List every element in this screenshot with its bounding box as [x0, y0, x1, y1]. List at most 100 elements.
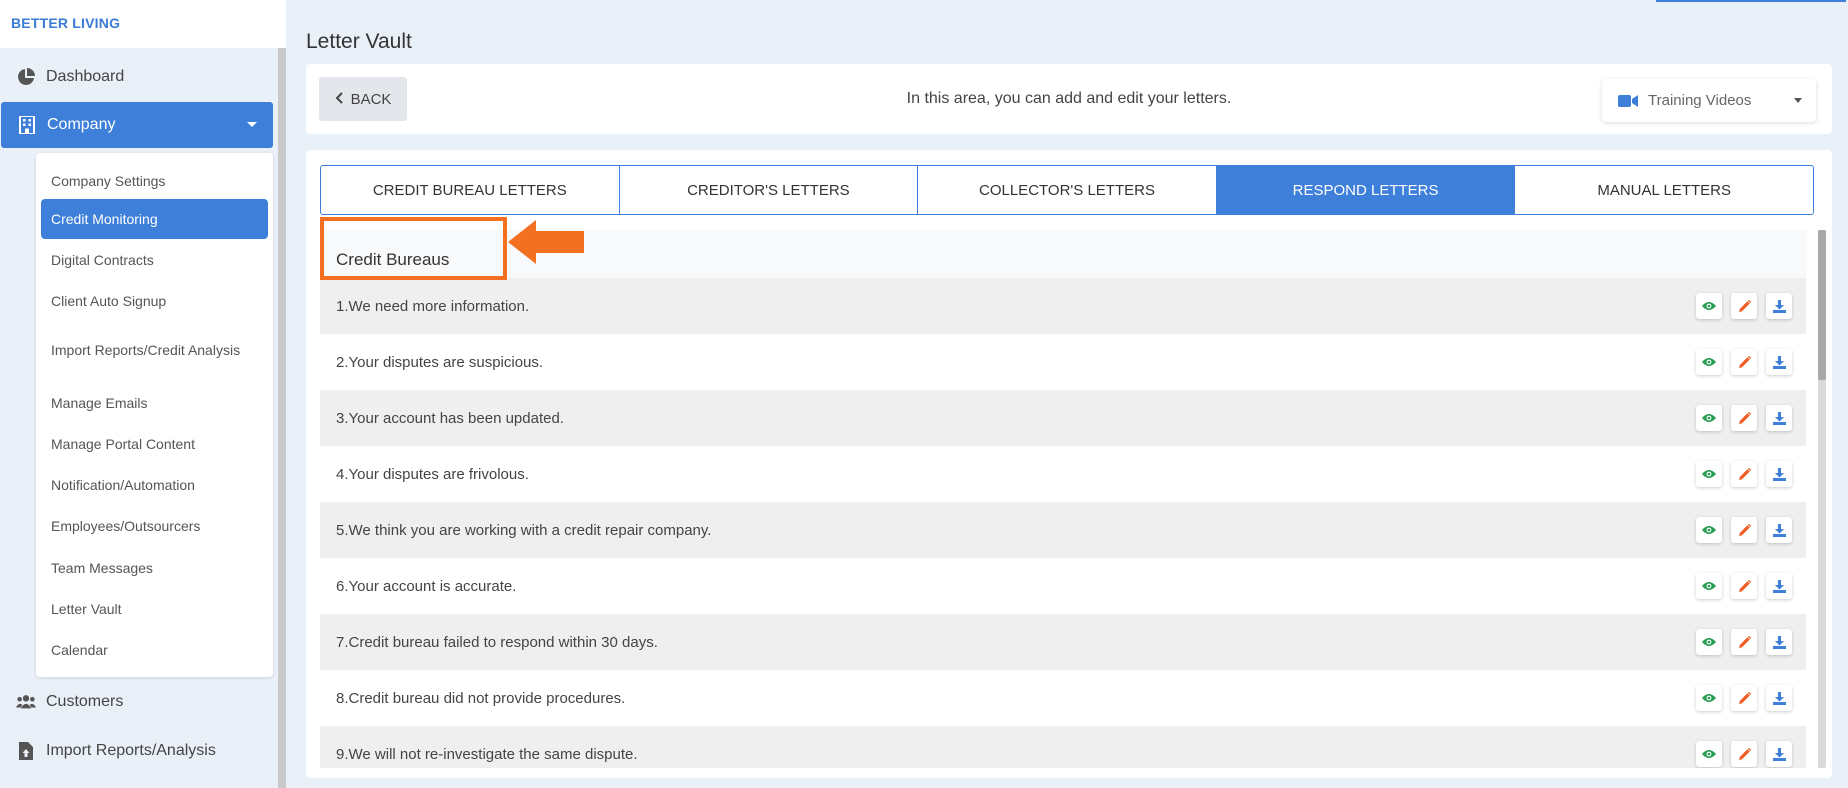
row-actions [1696, 461, 1792, 487]
submenu-item-manage-portal-content[interactable]: Manage Portal Content [41, 424, 268, 464]
letter-row: 8.Credit bureau did not provide procedur… [320, 670, 1806, 726]
sidebar-item-dashboard[interactable]: Dashboard [0, 54, 274, 100]
tab-manual-letters[interactable]: MANUAL LETTERS [1515, 166, 1813, 214]
pencil-icon [1738, 299, 1751, 313]
edit-button[interactable] [1731, 741, 1757, 767]
download-icon [1772, 691, 1786, 705]
letter-title: 3.Your account has been updated. [336, 409, 564, 427]
edit-button[interactable] [1731, 405, 1757, 431]
letter-tabs: CREDIT BUREAU LETTERS CREDITOR'S LETTERS… [320, 165, 1814, 215]
submenu-item-calendar[interactable]: Calendar [41, 630, 268, 670]
top-edge-accent [1656, 0, 1846, 2]
eye-icon [1702, 637, 1716, 647]
download-icon [1772, 579, 1786, 593]
letter-title: 7.Credit bureau failed to respond within… [336, 633, 658, 651]
edit-button[interactable] [1731, 517, 1757, 543]
edit-button[interactable] [1731, 685, 1757, 711]
view-button[interactable] [1696, 461, 1722, 487]
download-button[interactable] [1766, 629, 1792, 655]
list-scrollbar[interactable] [1818, 230, 1826, 768]
submenu-item-manage-emails[interactable]: Manage Emails [41, 383, 268, 423]
pencil-icon [1738, 355, 1751, 369]
letter-title: 8.Credit bureau did not provide procedur… [336, 689, 626, 707]
chevron-down-icon [247, 122, 257, 127]
download-button[interactable] [1766, 405, 1792, 431]
row-actions [1696, 573, 1792, 599]
download-button[interactable] [1766, 741, 1792, 767]
brand-logo[interactable]: BETTER LIVING [0, 0, 286, 48]
submenu-item-import-reports[interactable]: Import Reports/Credit Analysis [41, 328, 268, 372]
highlight-box [320, 217, 507, 280]
row-actions [1696, 293, 1792, 319]
download-button[interactable] [1766, 293, 1792, 319]
video-camera-icon [1618, 94, 1638, 108]
download-button[interactable] [1766, 517, 1792, 543]
building-icon [17, 115, 37, 135]
view-button[interactable] [1696, 517, 1722, 543]
view-button[interactable] [1696, 685, 1722, 711]
row-actions [1696, 349, 1792, 375]
submenu-item-digital-contracts[interactable]: Digital Contracts [41, 240, 268, 280]
eye-icon [1702, 413, 1716, 423]
sidebar-item-label: Import Reports/Analysis [46, 742, 216, 759]
letter-row: 2.Your disputes are suspicious. [320, 334, 1806, 390]
submenu-item-client-auto-signup[interactable]: Client Auto Signup [41, 281, 268, 321]
eye-icon [1702, 301, 1716, 311]
tab-respond-letters[interactable]: RESPOND LETTERS [1216, 166, 1516, 214]
submenu-item-credit-monitoring[interactable]: Credit Monitoring [41, 199, 268, 239]
chevron-down-icon [1794, 98, 1802, 103]
sidebar-scrollbar[interactable] [278, 48, 286, 788]
letter-title: 9.We will not re-investigate the same di… [336, 745, 638, 763]
download-icon [1772, 747, 1786, 761]
sidebar-item-customers[interactable]: Customers [0, 679, 274, 725]
list-scrollbar-thumb[interactable] [1818, 230, 1826, 380]
pencil-icon [1738, 411, 1751, 425]
submenu-item-letter-vault[interactable]: Letter Vault [41, 589, 268, 629]
row-actions [1696, 629, 1792, 655]
download-button[interactable] [1766, 461, 1792, 487]
submenu-item-notification-automation[interactable]: Notification/Automation [41, 465, 268, 505]
view-button[interactable] [1696, 629, 1722, 655]
sidebar-item-label: Customers [46, 693, 124, 710]
pencil-icon [1738, 467, 1751, 481]
page-title: Letter Vault [306, 30, 412, 53]
letter-title: 5.We think you are working with a credit… [336, 521, 712, 539]
download-icon [1772, 467, 1786, 481]
download-icon [1772, 411, 1786, 425]
view-button[interactable] [1696, 573, 1722, 599]
edit-button[interactable] [1731, 349, 1757, 375]
pencil-icon [1738, 691, 1751, 705]
letter-row: 1.We need more information. [320, 278, 1806, 334]
sidebar-item-label: Company [47, 116, 116, 133]
letter-row: 6.Your account is accurate. [320, 558, 1806, 614]
view-button[interactable] [1696, 349, 1722, 375]
tab-credit-bureau-letters[interactable]: CREDIT BUREAU LETTERS [321, 166, 620, 214]
edit-button[interactable] [1731, 293, 1757, 319]
download-button[interactable] [1766, 573, 1792, 599]
edit-button[interactable] [1731, 629, 1757, 655]
view-button[interactable] [1696, 293, 1722, 319]
view-button[interactable] [1696, 405, 1722, 431]
view-button[interactable] [1696, 741, 1722, 767]
download-button[interactable] [1766, 349, 1792, 375]
tab-collectors-letters[interactable]: COLLECTOR'S LETTERS [918, 166, 1217, 214]
edit-button[interactable] [1731, 573, 1757, 599]
letter-title: 2.Your disputes are suspicious. [336, 353, 544, 371]
submenu-item-employees-outsourcers[interactable]: Employees/Outsourcers [41, 506, 268, 546]
pencil-icon [1738, 747, 1751, 761]
sidebar-item-import-reports[interactable]: Import Reports/Analysis [0, 728, 274, 774]
row-actions [1696, 741, 1792, 767]
submenu-item-team-messages[interactable]: Team Messages [41, 548, 268, 588]
sidebar-item-company[interactable]: Company [1, 102, 273, 148]
download-icon [1772, 299, 1786, 313]
download-button[interactable] [1766, 685, 1792, 711]
letters-list: Credit Bureaus 1.We need more informatio… [320, 230, 1806, 768]
header-card: BACK In this area, you can add and edit … [306, 64, 1832, 134]
letter-row: 4.Your disputes are frivolous. [320, 446, 1806, 502]
training-videos-dropdown[interactable]: Training Videos [1602, 79, 1816, 122]
edit-button[interactable] [1731, 461, 1757, 487]
letter-row: 7.Credit bureau failed to respond within… [320, 614, 1806, 670]
tab-creditors-letters[interactable]: CREDITOR'S LETTERS [620, 166, 919, 214]
pencil-icon [1738, 635, 1751, 649]
submenu-item-company-settings[interactable]: Company Settings [41, 163, 268, 199]
